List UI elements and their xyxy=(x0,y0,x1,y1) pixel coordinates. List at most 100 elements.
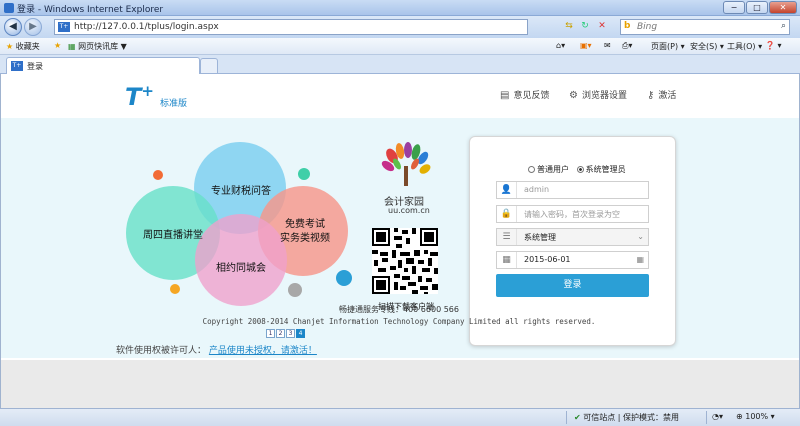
role-normal-user-label: 普通用户 xyxy=(537,165,569,174)
minimize-button[interactable]: − xyxy=(723,1,745,14)
print-icon[interactable]: ⎙▾ xyxy=(622,41,632,51)
account-select[interactable]: ☰ 系统管理 ⌄ xyxy=(496,228,649,246)
maximize-button[interactable]: □ xyxy=(746,1,768,14)
home-icon[interactable]: ⌂▾ xyxy=(556,41,565,50)
zoom-value: 100% xyxy=(745,412,769,421)
radio-checked-icon xyxy=(576,166,584,173)
bing-icon: b xyxy=(624,21,631,31)
check-icon: ✔ xyxy=(574,413,581,422)
status-separator xyxy=(706,411,707,424)
login-button[interactable]: 登录 xyxy=(496,274,649,297)
service-hotline: 畅捷通服务专线：400 6600 566 xyxy=(339,305,459,314)
pager-dot-2[interactable]: 2 xyxy=(276,329,285,338)
user-icon: 👤 xyxy=(497,182,517,198)
role-normal-user[interactable]: 普通用户 xyxy=(528,165,569,174)
key-icon: ⚷ xyxy=(647,90,655,101)
tools-menu[interactable]: 工具(O) ▾ xyxy=(727,41,762,52)
feeds-icon[interactable]: ▣▾ xyxy=(580,41,592,50)
password-placeholder: 请输入密码，首次登录为空 xyxy=(524,210,620,219)
security-zone[interactable]: ✔ 可信站点 | 保护模式：禁用 xyxy=(574,412,679,423)
radio-icon xyxy=(528,166,535,173)
mail-icon[interactable]: ✉ xyxy=(604,41,611,50)
address-url-text: http://127.0.0.1/tplus/login.aspx xyxy=(74,22,219,32)
back-button[interactable]: ◀ xyxy=(4,18,22,36)
ie-icon xyxy=(4,3,14,13)
tab-label: 登录 xyxy=(27,62,43,71)
role-selector: 普通用户 系统管理员 xyxy=(528,164,626,175)
add-favorites-icon[interactable]: ★ xyxy=(54,41,61,50)
zoom-control[interactable]: ⊕ 100% ▾ xyxy=(736,412,775,421)
page-menu[interactable]: 页面(P) ▾ xyxy=(651,41,685,52)
banner-pager: 1234 xyxy=(266,328,306,338)
decor-dot-teal xyxy=(298,168,310,180)
site-header: T+ 标准版 ▤ 意见反馈 ⚙ 浏览器设置 ⚷ 激活 xyxy=(1,74,799,118)
address-toolbar: ◀ ▶ T+ http://127.0.0.1/tplus/login.aspx… xyxy=(0,16,800,38)
password-input[interactable]: 🔒 请输入密码，首次登录为空 xyxy=(496,205,649,223)
search-input[interactable]: b Bing ⌕ xyxy=(620,19,790,35)
web-slice-label: 网页快讯库 ▼ xyxy=(78,42,127,51)
activate-license-link[interactable]: 产品使用未授权，请激活！ xyxy=(209,346,317,356)
username-value: admin xyxy=(524,185,550,194)
circle-city-meetup-label: 相约同城会 xyxy=(216,263,266,274)
feedback-label: 意见反馈 xyxy=(513,91,550,101)
activate-label: 激活 xyxy=(658,91,677,101)
edition-label: 标准版 xyxy=(160,99,188,109)
window-titlebar: 登录 - Windows Internet Explorer − □ ✕ xyxy=(0,0,800,16)
favorites-button[interactable]: ★ 收藏夹 xyxy=(6,41,40,52)
browser-settings-label: 浏览器设置 xyxy=(581,91,627,101)
lock-icon: 🔒 xyxy=(497,206,517,222)
decor-dot-blue xyxy=(336,270,352,286)
tab-bar: T+ 登录 xyxy=(0,55,800,74)
date-input[interactable]: ▦ 2015-06-01 ▦ xyxy=(496,251,649,269)
role-system-admin[interactable]: 系统管理员 xyxy=(576,165,626,174)
decor-dot-yellow xyxy=(170,284,180,294)
browser-settings-link[interactable]: ⚙ 浏览器设置 xyxy=(569,88,627,101)
safety-menu[interactable]: 安全(S) ▾ xyxy=(690,41,724,52)
gear-icon: ⚙ xyxy=(569,90,578,101)
feedback-icon: ▤ xyxy=(500,90,510,101)
compatibility-icon[interactable]: ⇆ xyxy=(562,19,576,33)
star-icon: ★ xyxy=(6,42,14,51)
search-icon[interactable]: ⌕ xyxy=(781,21,786,31)
license-line: 软件使用权被许可人： 产品使用未授权，请激活！ xyxy=(116,343,317,356)
page-favicon: T+ xyxy=(58,22,70,32)
favorites-label: 收藏夹 xyxy=(15,42,40,51)
status-bar: ✔ 可信站点 | 保护模式：禁用 ◔▾ ⊕ 100% ▾ xyxy=(0,408,800,426)
list-icon: ☰ xyxy=(497,229,517,245)
close-button[interactable]: ✕ xyxy=(769,1,797,14)
date-picker-icon[interactable]: ▦ xyxy=(636,255,644,264)
activate-link[interactable]: ⚷ 激活 xyxy=(647,88,676,101)
new-tab-button[interactable] xyxy=(200,58,218,74)
window-title: 登录 - Windows Internet Explorer xyxy=(4,2,163,15)
circle-tax-qa-label: 专业财税问答 xyxy=(211,186,271,197)
account-value: 系统管理 xyxy=(524,233,556,242)
brand-domain: uu.com.cn xyxy=(388,206,430,215)
help-menu[interactable]: ❓ ▾ xyxy=(765,41,782,50)
qr-code xyxy=(372,228,438,294)
feedback-link[interactable]: ▤ 意见反馈 xyxy=(500,88,549,101)
copyright-text: Copyright 2008-2014 Chanjet Information … xyxy=(202,317,596,326)
date-value: 2015-06-01 xyxy=(524,255,571,264)
slice-icon: ▦ xyxy=(68,42,76,51)
security-zone-text: 可信站点 | 保护模式：禁用 xyxy=(583,413,680,422)
decor-dot-gray xyxy=(288,283,302,297)
address-input[interactable]: T+ http://127.0.0.1/tplus/login.aspx xyxy=(54,19,528,35)
refresh-icon[interactable]: ↻ xyxy=(578,19,592,33)
forward-button[interactable]: ▶ xyxy=(24,18,42,36)
pager-dot-4[interactable]: 4 xyxy=(296,329,305,338)
stop-icon[interactable]: ✕ xyxy=(595,19,609,33)
tab-favicon: T+ xyxy=(11,61,23,71)
window-title-text: 登录 - Windows Internet Explorer xyxy=(17,5,164,15)
decor-dot-orange xyxy=(153,170,163,180)
search-placeholder: Bing xyxy=(637,22,658,32)
web-slice-gallery-button[interactable]: ▦ 网页快讯库 ▼ xyxy=(68,41,127,52)
brand-logo: T+ xyxy=(125,82,154,111)
pager-dot-1[interactable]: 1 xyxy=(266,329,275,338)
footer xyxy=(1,360,799,408)
username-input[interactable]: 👤 admin xyxy=(496,181,649,199)
role-system-admin-label: 系统管理员 xyxy=(585,165,626,174)
favorites-bar: ★ 收藏夹 ★ ▦ 网页快讯库 ▼ ⌂▾ ▣▾ ✉ ⎙▾ 页面(P) ▾ 安全(… xyxy=(0,38,800,55)
protected-mode-icon[interactable]: ◔▾ xyxy=(712,412,723,421)
tab-login[interactable]: T+ 登录 xyxy=(6,57,200,74)
pager-dot-3[interactable]: 3 xyxy=(286,329,295,338)
